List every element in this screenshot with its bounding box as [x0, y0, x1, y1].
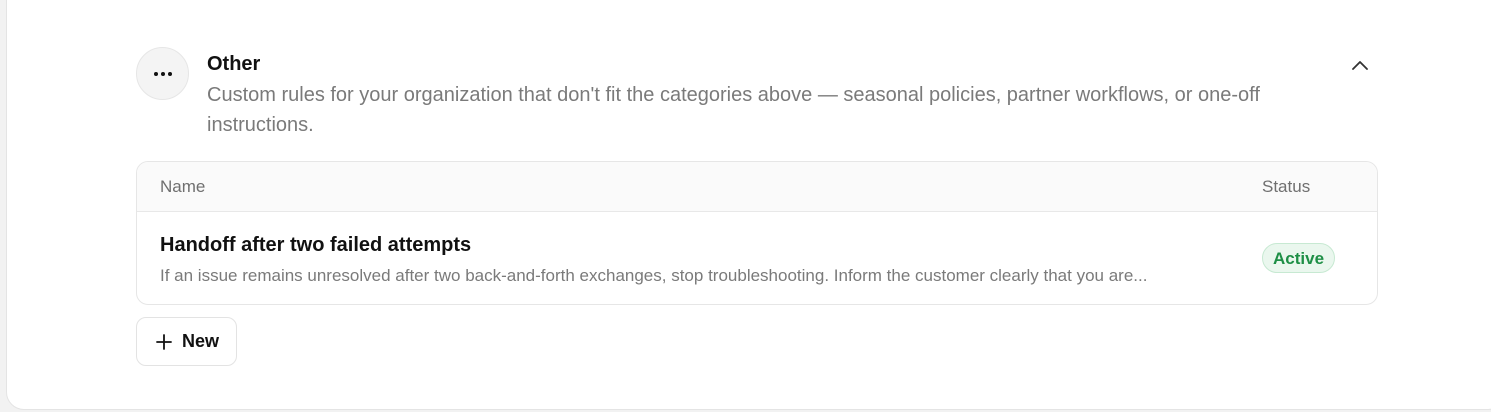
section-description: Custom rules for your organization that …	[207, 84, 1260, 136]
new-rule-button[interactable]: New	[136, 317, 237, 366]
rules-table: Name Status Handoff after two failed att…	[136, 161, 1378, 305]
more-horizontal-icon	[136, 47, 189, 100]
rule-title: Handoff after two failed attempts	[160, 234, 472, 256]
plus-icon	[156, 333, 172, 350]
column-header-name: Name	[160, 177, 206, 196]
section-header-other: Other Custom rules for your organization…	[136, 47, 1378, 147]
collapse-button[interactable]	[1348, 53, 1372, 77]
table-header: Name Status	[137, 162, 1377, 212]
chevron-up-icon	[1352, 61, 1368, 70]
new-button-label: New	[182, 331, 220, 351]
status-badge: Active	[1262, 243, 1336, 273]
column-header-status: Status	[1262, 177, 1311, 196]
rule-description: If an issue remains unresolved after two…	[160, 266, 1148, 285]
section-title: Other	[207, 53, 261, 75]
table-row[interactable]: Handoff after two failed attempts If an …	[137, 212, 1377, 304]
